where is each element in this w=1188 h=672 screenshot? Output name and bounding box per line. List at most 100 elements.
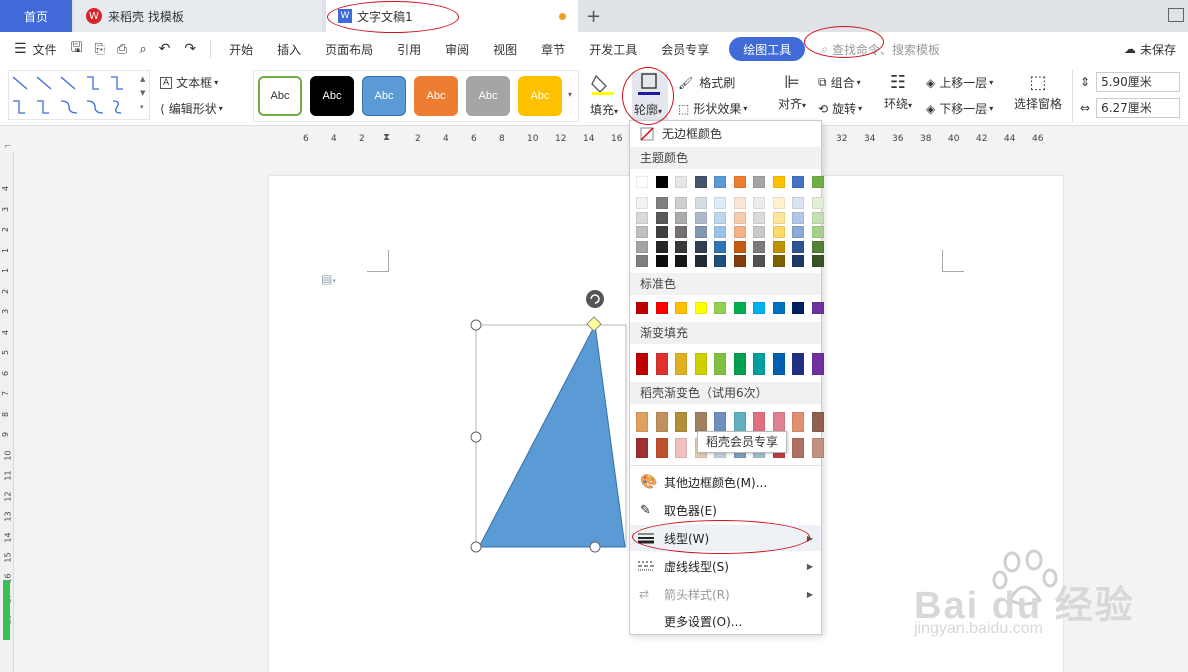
color-swatch[interactable] (675, 197, 687, 209)
wrap-button[interactable]: ☷ 环绕▾ (880, 72, 916, 122)
line-shape-gallery[interactable] (8, 70, 150, 120)
tab-daoke[interactable]: W 来稻壳 找模板 (74, 0, 322, 32)
color-swatch[interactable] (694, 302, 707, 314)
indent-marker-icon[interactable]: ⧗ (383, 132, 390, 143)
color-swatch[interactable] (811, 353, 824, 375)
color-swatch[interactable] (753, 197, 765, 209)
redo-icon[interactable]: ↷ (184, 41, 196, 57)
color-swatch[interactable] (811, 176, 824, 188)
rotate-button[interactable]: ⟲ 旋转 ▾ (818, 100, 862, 117)
color-swatch[interactable] (694, 176, 707, 188)
unsaved-status[interactable]: ☁ 未保存 (1124, 41, 1176, 58)
color-swatch[interactable] (753, 412, 765, 432)
color-swatch[interactable] (694, 226, 707, 238)
color-swatch[interactable] (714, 176, 726, 188)
menu-layout[interactable]: 页面布局 (313, 32, 385, 66)
color-swatch[interactable] (733, 302, 746, 314)
color-swatch[interactable] (655, 211, 668, 224)
color-swatch[interactable] (772, 176, 785, 188)
height-input[interactable]: 5.90厘米 (1096, 72, 1181, 92)
preview-icon[interactable]: ⌕ (139, 42, 146, 57)
color-swatch[interactable] (772, 226, 785, 238)
style-black[interactable]: Abc (310, 76, 354, 116)
paragraph-handle-icon[interactable]: ▤▾ (321, 272, 336, 286)
format-painter-button[interactable]: 🖌 格式刷 (678, 74, 735, 91)
style-gallery-more-icon[interactable]: ▾ (568, 90, 572, 99)
color-swatch[interactable] (733, 255, 746, 267)
color-swatch[interactable] (733, 226, 746, 238)
color-swatch[interactable] (792, 438, 804, 458)
selection-pane-button[interactable]: ⬚ 选择窗格 (1012, 72, 1064, 122)
color-swatch[interactable] (636, 240, 648, 253)
color-swatch[interactable] (733, 412, 746, 432)
color-swatch[interactable] (733, 240, 746, 253)
color-swatch[interactable] (772, 302, 785, 314)
save-icon[interactable]: 🖫 (71, 37, 83, 61)
textbox-button[interactable]: A 文本框 ▾ (160, 74, 218, 91)
color-swatch[interactable] (753, 255, 765, 267)
menu-reference[interactable]: 引用 (385, 32, 433, 66)
style-white[interactable]: Abc (258, 76, 302, 116)
color-swatch[interactable] (714, 255, 726, 267)
color-swatch[interactable] (694, 353, 707, 375)
color-swatch[interactable] (772, 353, 785, 375)
fill-button[interactable]: 填充▾ (590, 72, 622, 122)
file-menu[interactable]: ☰ 文件 (0, 32, 65, 66)
color-swatch[interactable] (753, 240, 765, 253)
color-swatch[interactable] (792, 197, 804, 209)
tab-home[interactable]: 首页 (0, 0, 72, 32)
color-swatch[interactable] (694, 255, 707, 267)
color-swatch[interactable] (792, 353, 804, 375)
edit-shape-button[interactable]: ⟨ 编辑形状 ▾ (160, 100, 223, 117)
color-swatch[interactable] (675, 302, 687, 314)
color-swatch[interactable] (675, 438, 687, 458)
color-swatch[interactable] (675, 240, 687, 253)
color-swatch[interactable] (655, 240, 668, 253)
style-orange[interactable]: Abc (414, 76, 458, 116)
more-border-colors-item[interactable]: 🎨 其他边框颜色(M)... (630, 469, 821, 495)
group-button[interactable]: ⧉ 组合 ▾ (818, 74, 861, 91)
color-swatch[interactable] (636, 176, 648, 188)
color-swatch[interactable] (655, 412, 668, 432)
bring-forward-button[interactable]: ◈ 上移一层 ▾ (926, 74, 993, 91)
no-border-color-item[interactable]: 无边框颜色 (640, 125, 722, 142)
style-blue[interactable]: Abc (362, 76, 406, 116)
color-swatch[interactable] (733, 353, 746, 375)
color-swatch[interactable] (694, 197, 707, 209)
color-swatch[interactable] (792, 211, 804, 224)
window-restore-icon[interactable] (1168, 8, 1184, 22)
color-swatch[interactable] (772, 197, 785, 209)
color-swatch[interactable] (811, 211, 824, 224)
new-tab-button[interactable]: + (586, 0, 606, 32)
color-swatch[interactable] (772, 211, 785, 224)
color-swatch[interactable] (772, 240, 785, 253)
color-swatch[interactable] (792, 176, 804, 188)
color-swatch[interactable] (636, 197, 648, 209)
color-swatch[interactable] (792, 302, 804, 314)
more-settings-item[interactable]: 更多设置(O)... (630, 608, 821, 634)
color-swatch[interactable] (636, 255, 648, 267)
print-icon[interactable]: ⎙ (117, 42, 127, 57)
color-swatch[interactable] (675, 211, 687, 224)
color-swatch[interactable] (811, 226, 824, 238)
color-swatch[interactable] (694, 412, 707, 432)
color-swatch[interactable] (694, 240, 707, 253)
color-swatch[interactable] (753, 353, 765, 375)
color-swatch[interactable] (772, 255, 785, 267)
arrow-style-item[interactable]: ⇄ 箭头样式(R) ▶ (630, 581, 821, 607)
color-swatch[interactable] (636, 412, 648, 432)
color-swatch[interactable] (792, 255, 804, 267)
send-backward-button[interactable]: ◈ 下移一层 ▾ (926, 100, 993, 117)
menu-member[interactable]: 会员专享 (649, 32, 721, 66)
menu-insert[interactable]: 插入 (265, 32, 313, 66)
menu-review[interactable]: 审阅 (433, 32, 481, 66)
color-swatch[interactable] (753, 211, 765, 224)
color-swatch[interactable] (675, 412, 687, 432)
color-swatch[interactable] (811, 412, 824, 432)
align-button[interactable]: ⊫ 对齐▾ (774, 72, 810, 122)
color-swatch[interactable] (675, 255, 687, 267)
color-swatch[interactable] (714, 302, 726, 314)
color-swatch[interactable] (733, 211, 746, 224)
color-swatch[interactable] (655, 438, 668, 458)
width-input[interactable]: 6.27厘米 (1096, 98, 1181, 118)
